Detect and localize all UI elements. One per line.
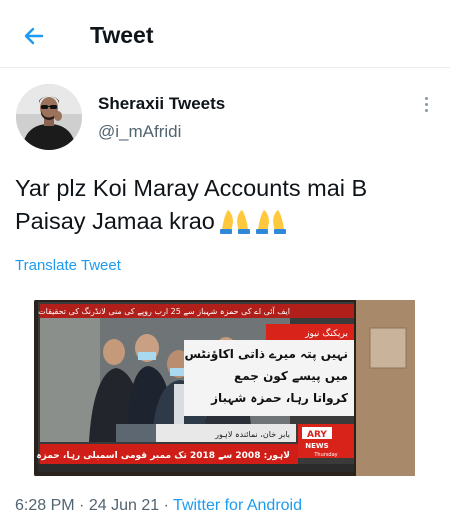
headline-line-2: میں پیسے کون جمع xyxy=(234,369,348,384)
tweet-meta: 6:28 PM · 24 Jun 21 · Twitter for Androi… xyxy=(15,497,302,515)
author-handle[interactable]: @i_mAfridi xyxy=(98,122,181,142)
profile-photo xyxy=(16,84,82,150)
ary-news-text: NEWS xyxy=(305,442,328,450)
page-title: Tweet xyxy=(90,22,154,48)
more-options-button[interactable] xyxy=(416,94,436,114)
folded-hands-emoji-icon xyxy=(219,210,250,234)
author-name[interactable]: Sheraxii Tweets xyxy=(98,94,225,114)
meta-separator: · xyxy=(163,497,169,514)
folded-hands-emoji-icon xyxy=(255,210,286,234)
top-strip-text: ایف آئی اے کی حمزہ شہباز سے 25 ارب روپے … xyxy=(38,306,290,316)
tweet-body: Yar plz Koi Maray Accounts mai B Paisay … xyxy=(15,175,368,234)
back-button[interactable] xyxy=(18,20,50,52)
dot-icon xyxy=(424,108,428,112)
tweet-time: 6:28 PM xyxy=(15,497,75,514)
breaking-news-badge: بریکنگ نیوز xyxy=(304,327,348,339)
news-broadcast-photo: ایف آئی اے کی حمزہ شہباز سے 25 ارب روپے … xyxy=(34,300,415,476)
headline-line-3: کرواتا رہا، حمزہ شہباز xyxy=(210,391,348,406)
tweet-media-image[interactable]: ایف آئی اے کی حمزہ شہباز سے 25 ارب روپے … xyxy=(34,300,415,476)
ticker-text: لاہور: 2008 سے 2018 تک ممبر قومی اسمبلی … xyxy=(34,451,290,461)
day-text: Thursday xyxy=(313,452,337,458)
arrow-left-icon xyxy=(24,27,44,45)
dot-icon xyxy=(424,96,428,100)
tweet-date: 24 Jun 21 xyxy=(88,497,160,514)
reporter-text: بابر خان، نمائندہ لاہور xyxy=(214,430,290,439)
headline-line-1: نہیں پتہ میرے ذاتی اکاؤنٹس xyxy=(184,347,348,362)
tweet-text: Yar plz Koi Maray Accounts mai B Paisay … xyxy=(15,172,435,238)
tweet-source-link[interactable]: Twitter for Android xyxy=(173,497,302,514)
translate-tweet-link[interactable]: Translate Tweet xyxy=(15,257,121,274)
avatar[interactable] xyxy=(16,84,82,150)
ary-logo-text: ARY xyxy=(307,430,327,440)
top-bar: Tweet xyxy=(0,0,450,68)
meta-separator: · xyxy=(79,497,85,514)
dot-icon xyxy=(424,102,428,106)
